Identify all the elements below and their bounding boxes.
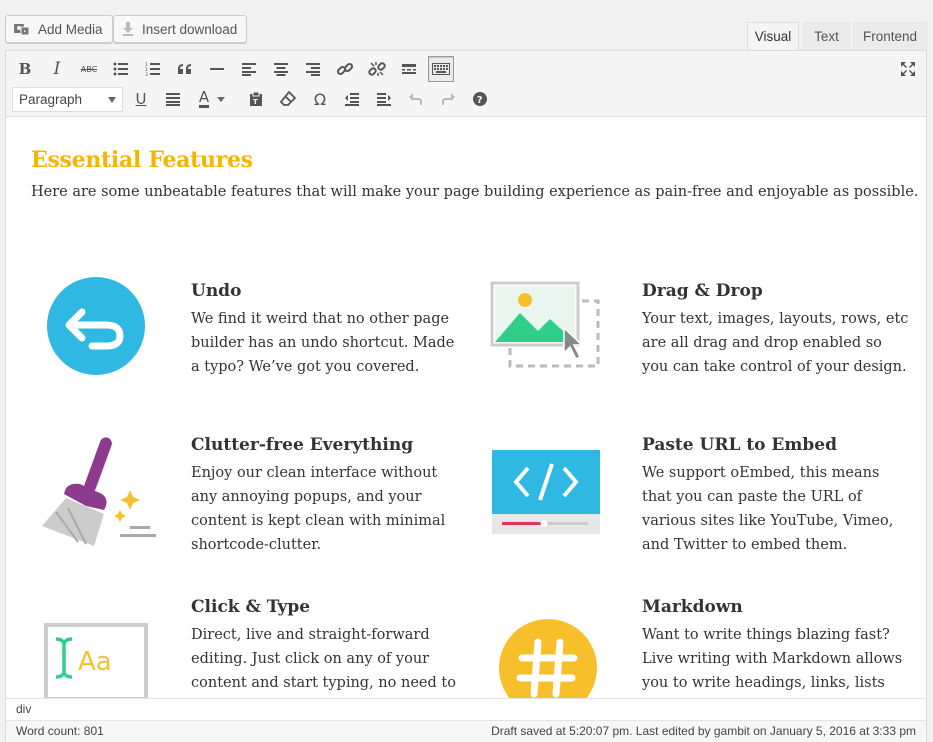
feature-text: Want to write things blazing fast? Live … <box>642 627 903 691</box>
code-embed-icon <box>492 450 600 534</box>
drag-drop-image-icon <box>490 281 600 368</box>
italic-glyph: I <box>53 59 61 79</box>
omega-glyph: Ω <box>313 89 327 109</box>
align-right-icon[interactable] <box>300 56 326 82</box>
text-cursor-icon: Aa <box>44 623 148 698</box>
caret-down-icon <box>217 96 226 102</box>
editor-top-bar: Add Media Insert download Visual Text Fr… <box>0 0 933 50</box>
bold-icon[interactable]: B <box>12 56 38 82</box>
format-select-value: Paragraph <box>19 92 83 107</box>
tab-frontend[interactable]: Frontend <box>853 22 927 50</box>
undo-icon[interactable] <box>403 86 429 112</box>
align-left-icon[interactable] <box>236 56 262 82</box>
paste-text-icon[interactable]: T <box>243 86 269 112</box>
add-media-button[interactable]: Add Media <box>5 15 113 43</box>
feature-title: Click & Type <box>191 597 311 617</box>
svg-text:?: ? <box>477 95 483 106</box>
feature-text: Your text, images, layouts, rows, etc ar… <box>642 311 909 375</box>
feature-title: Clutter-free Everything <box>191 435 414 455</box>
feature-markdown: Markdown Want to write things blazing fa… <box>642 597 912 695</box>
add-media-icon <box>14 24 30 36</box>
feature-text: We support oEmbed, this means that you c… <box>642 465 894 553</box>
blockquote-icon[interactable] <box>172 56 198 82</box>
tab-visual[interactable]: Visual <box>747 22 799 50</box>
svg-text:Aa: Aa <box>78 647 112 677</box>
hashtag-icon <box>499 619 597 698</box>
feature-paste-url: Paste URL to Embed We support oEmbed, th… <box>642 435 912 557</box>
draft-status: Draft saved at 5:20:07 pm. Last edited b… <box>491 724 916 738</box>
feature-text: Enjoy our clean interface without any an… <box>191 465 446 553</box>
read-more-icon[interactable] <box>396 56 422 82</box>
word-count: Word count: 801 <box>16 724 104 738</box>
underline-icon[interactable]: U <box>128 86 154 112</box>
feature-title: Markdown <box>642 597 743 617</box>
horizontal-rule-icon[interactable] <box>204 56 230 82</box>
feature-title: Drag & Drop <box>642 281 763 301</box>
redo-icon[interactable] <box>435 86 461 112</box>
strike-glyph: ABC <box>80 64 98 74</box>
element-path[interactable]: div <box>6 698 926 720</box>
toolbar-toggle-icon[interactable] <box>428 56 454 82</box>
strikethrough-icon[interactable]: ABC <box>76 56 102 82</box>
feature-undo: Undo We find it weird that no other page… <box>191 281 461 379</box>
add-media-label: Add Media <box>38 21 103 37</box>
feature-text: Direct, live and straight-forward editin… <box>191 627 456 691</box>
undo-icon <box>47 277 145 375</box>
feature-text: We find it weird that no other page buil… <box>191 311 455 375</box>
element-path-label[interactable]: div <box>16 702 31 716</box>
insert-download-button[interactable]: Insert download <box>113 15 248 43</box>
download-icon <box>123 22 133 36</box>
justify-icon[interactable] <box>160 86 186 112</box>
bullet-list-icon[interactable] <box>108 56 134 82</box>
status-bar: Word count: 801 Draft saved at 5:20:07 p… <box>6 720 926 742</box>
intro-text: Here are some unbeatable features that w… <box>31 184 919 200</box>
format-select[interactable]: Paragraph <box>12 87 123 112</box>
insert-download-label: Insert download <box>142 21 238 37</box>
feature-drag-drop: Drag & Drop Your text, images, layouts, … <box>642 281 912 379</box>
outdent-icon[interactable] <box>339 86 365 112</box>
svg-text:3: 3 <box>145 72 148 76</box>
feature-clutter-free: Clutter-free Everything Enjoy our clean … <box>191 435 461 557</box>
indent-icon[interactable] <box>371 86 397 112</box>
editor-content[interactable]: Essential Features Here are some unbeata… <box>6 118 926 698</box>
bold-glyph: B <box>18 60 32 78</box>
numbered-list-icon[interactable]: 123 <box>140 56 166 82</box>
remove-link-icon[interactable] <box>364 56 390 82</box>
page-headline: Essential Features <box>31 147 253 173</box>
text-color-glyph: A <box>198 88 210 108</box>
svg-text:T: T <box>253 98 258 106</box>
broom-icon <box>42 437 156 546</box>
feature-click-type: Click & Type Direct, live and straight-f… <box>191 597 461 695</box>
italic-icon[interactable]: I <box>44 56 70 82</box>
editor-frame: B I ABC 123 Paragraph U A T Ω ? Essentia… <box>5 50 927 742</box>
text-color-icon[interactable]: A <box>192 86 232 112</box>
insert-link-icon[interactable] <box>332 56 358 82</box>
feature-title: Undo <box>191 281 242 301</box>
fullscreen-icon[interactable] <box>895 56 921 82</box>
help-icon[interactable]: ? <box>467 86 493 112</box>
chevron-down-icon <box>108 96 116 103</box>
tab-text[interactable]: Text <box>803 22 850 50</box>
clear-formatting-icon[interactable] <box>275 86 301 112</box>
feature-title: Paste URL to Embed <box>642 435 837 455</box>
special-character-icon[interactable]: Ω <box>307 86 333 112</box>
align-center-icon[interactable] <box>268 56 294 82</box>
editor-toolbar: B I ABC 123 Paragraph U A T Ω ? <box>6 51 926 117</box>
underline-glyph: U <box>135 90 147 108</box>
